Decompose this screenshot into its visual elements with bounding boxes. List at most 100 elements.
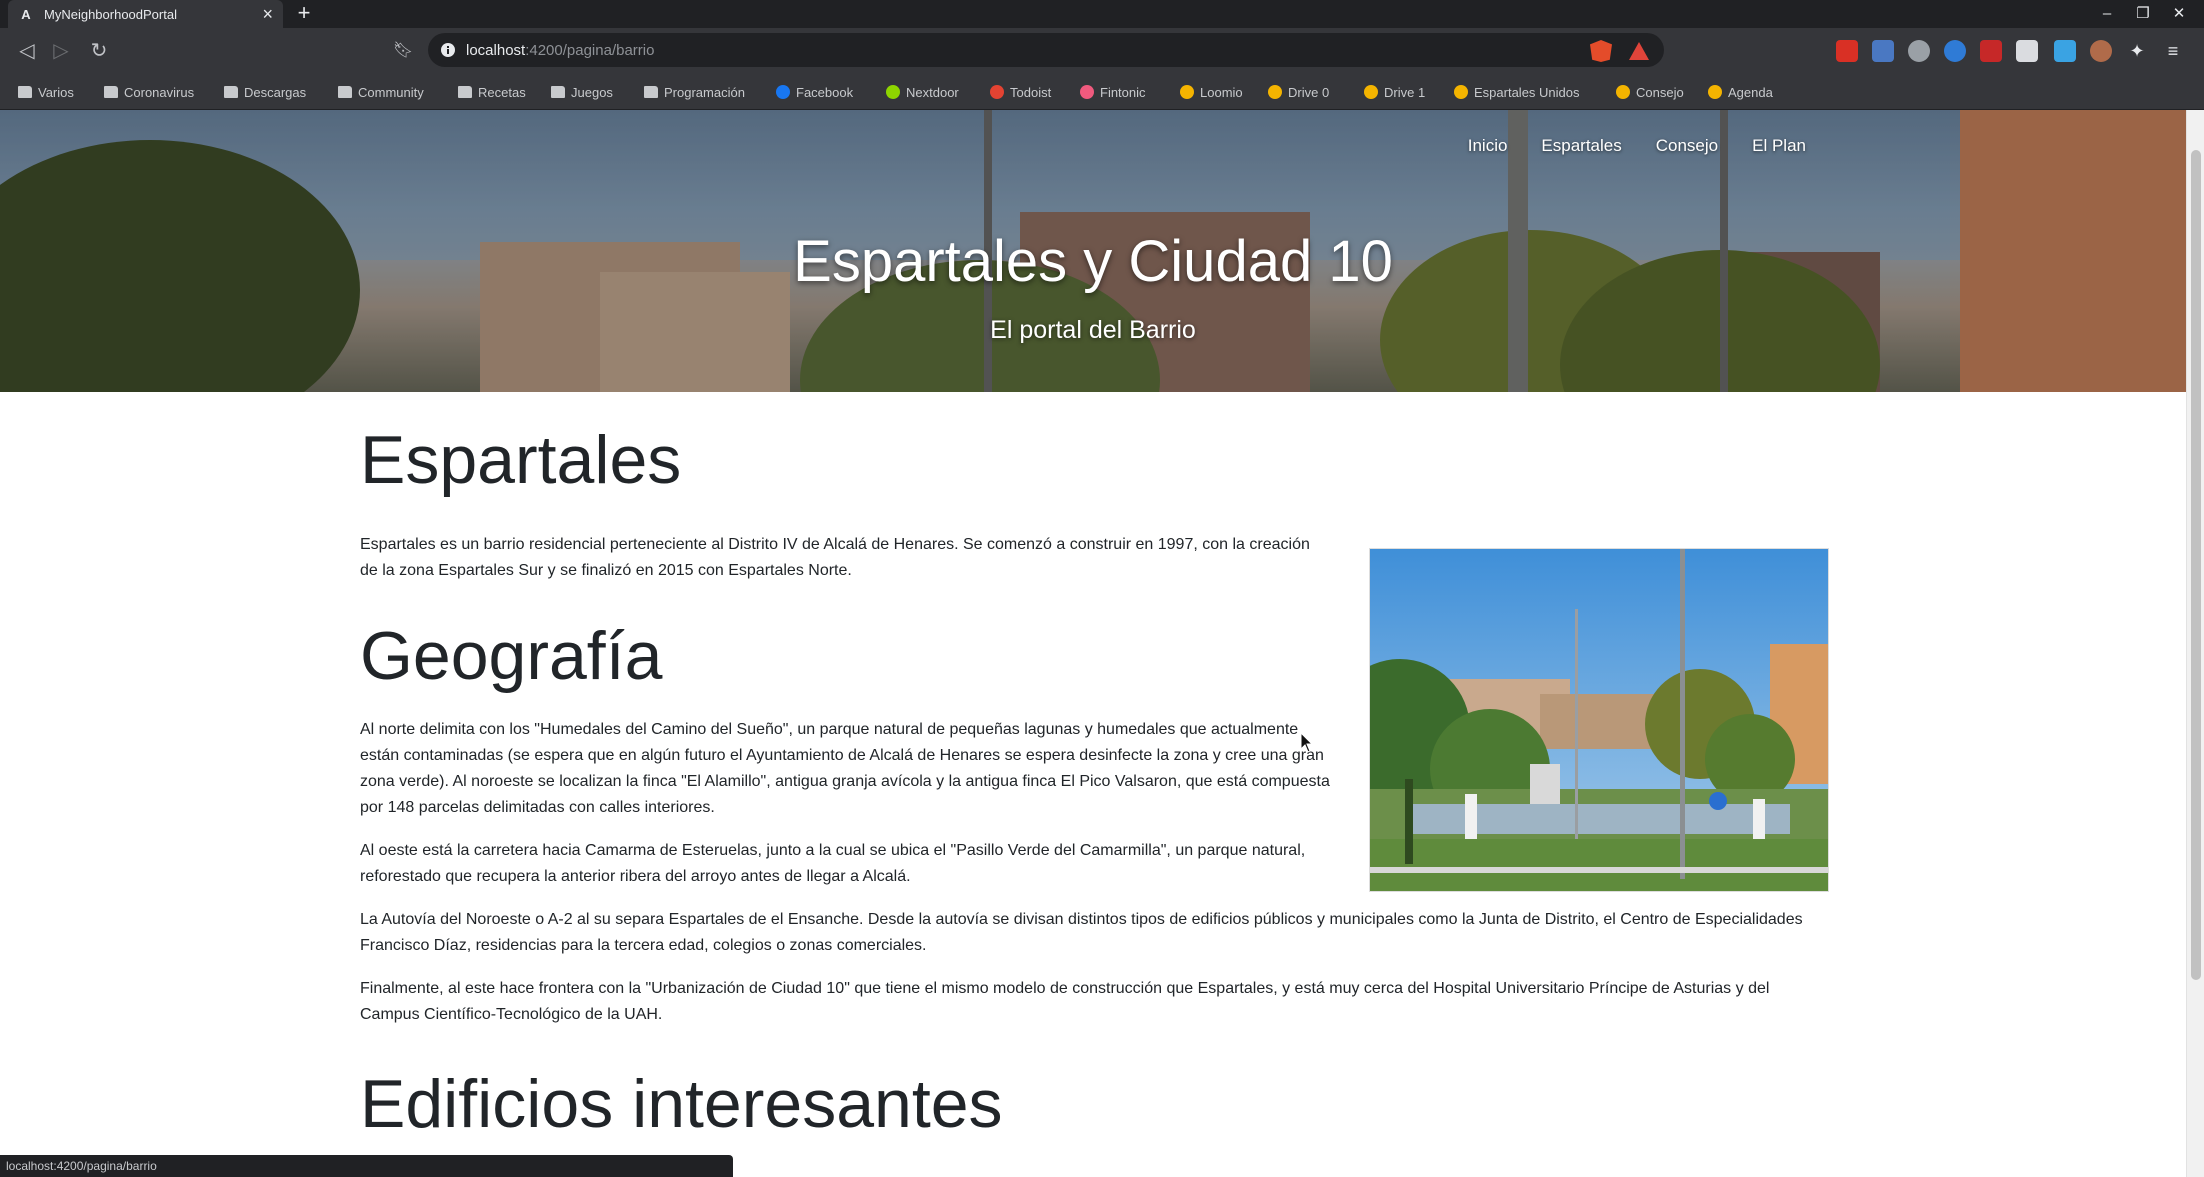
new-tab-icon[interactable]: +: [292, 2, 316, 26]
bookmark-label: Juegos: [571, 84, 613, 100]
nextdoor-icon: [886, 85, 900, 99]
bookmark-item[interactable]: Juegos: [551, 83, 613, 101]
extension-3-icon[interactable]: [1908, 40, 1930, 62]
bookmark-label: Drive 0: [1288, 84, 1330, 100]
nav-link-inicio[interactable]: Inicio: [1468, 136, 1508, 156]
browser-tab-active[interactable]: A MyNeighborhoodPortal ×: [8, 0, 283, 28]
back-icon[interactable]: ◁: [14, 38, 40, 64]
fintonic-icon: [1080, 85, 1094, 99]
hero-header: Inicio Espartales Consejo El Plan Espart…: [0, 110, 2186, 392]
bookmark-item[interactable]: Varios: [18, 83, 74, 101]
extension-5-icon[interactable]: [1980, 40, 2002, 62]
extensions-puzzle-icon[interactable]: ✦: [2126, 40, 2148, 62]
geo-paragraph-a2: La Autovía del Noroeste o A-2 al su sepa…: [360, 911, 1803, 955]
intro-paragraph: Espartales es un barrio residencial pert…: [360, 535, 1310, 579]
bookmark-label: Consejo: [1636, 84, 1684, 100]
reload-icon[interactable]: ↻: [86, 38, 112, 64]
bookmark-label: Espartales Unidos: [1474, 84, 1580, 100]
section-title-espartales: Espartales: [360, 422, 682, 498]
bookmark-label: Facebook: [796, 84, 854, 100]
page-scrollbar[interactable]: [2186, 110, 2204, 1177]
bookmark-item[interactable]: Coronavirus: [104, 83, 194, 101]
address-bar[interactable]: localhost:4200/pagina/barrio: [428, 33, 1664, 67]
browser-tab-strip: A MyNeighborhoodPortal × + – ❐ ✕: [0, 0, 2204, 28]
bookmark-item[interactable]: Fintonic: [1080, 83, 1146, 101]
hero-title: Espartales y Ciudad 10: [793, 229, 1393, 294]
drive-icon: [1268, 85, 1282, 99]
folder-icon: [551, 86, 565, 98]
folder-icon: [18, 86, 32, 98]
bookmark-item[interactable]: Facebook: [776, 83, 853, 101]
bookmark-label: Nextdoor: [906, 84, 959, 100]
bookmark-label: Recetas: [478, 84, 526, 100]
bookmark-item[interactable]: Agenda: [1708, 83, 1773, 101]
url-host: localhost: [466, 41, 526, 59]
bookmark-label: Varios: [38, 84, 74, 100]
site-nav: Inicio Espartales Consejo El Plan: [1468, 136, 1806, 156]
bookmark-label: Community: [358, 84, 424, 100]
folder-icon: [224, 86, 238, 98]
bookmark-item[interactable]: Todoist: [990, 83, 1051, 101]
close-window-icon[interactable]: ✕: [2164, 2, 2194, 26]
bookmark-item[interactable]: Nextdoor: [886, 83, 959, 101]
drive-icon: [1708, 85, 1722, 99]
facebook-icon: [776, 85, 790, 99]
bookmark-item[interactable]: Programación: [644, 83, 745, 101]
bookmark-label: Descargas: [244, 84, 307, 100]
bookmark-item[interactable]: Community: [338, 83, 424, 101]
nav-link-espartales[interactable]: Espartales: [1541, 136, 1621, 156]
todoist-icon: [990, 85, 1004, 99]
brave-rewards-icon[interactable]: [1628, 40, 1650, 62]
mouse-cursor-icon: [1301, 733, 1313, 753]
extension-2-icon[interactable]: [1872, 40, 1894, 62]
link-status-bar: localhost:4200/pagina/barrio: [0, 1155, 733, 1177]
nav-link-el-plan[interactable]: El Plan: [1752, 136, 1806, 156]
folder-icon: [458, 86, 472, 98]
extension-4-icon[interactable]: [1944, 40, 1966, 62]
drive-icon: [1616, 85, 1630, 99]
bookmark-item[interactable]: Recetas: [458, 83, 526, 101]
extension-6-icon[interactable]: [2016, 40, 2038, 62]
url-path: :4200/pagina/barrio: [525, 41, 655, 59]
bookmark-label: Todoist: [1010, 84, 1052, 100]
tab-favicon-icon: A: [21, 6, 31, 22]
extension-1-icon[interactable]: [1836, 40, 1858, 62]
espartales-photo: [1369, 548, 1829, 892]
nav-link-consejo[interactable]: Consejo: [1656, 136, 1718, 156]
bookmarks-bar: Varios Coronavirus Descargas Community Recet…: [0, 74, 2204, 110]
bookmark-item[interactable]: Consejo: [1616, 83, 1684, 101]
bookmark-label: Programación: [664, 84, 745, 100]
bookmark-label: Loomio: [1200, 84, 1243, 100]
section-title-edificios: Edificios interesantes: [360, 1066, 1003, 1143]
bookmark-label: Fintonic: [1100, 84, 1146, 100]
tab-title: MyNeighborhoodPortal: [44, 6, 177, 22]
bookmark-item[interactable]: Loomio: [1180, 83, 1243, 101]
bookmark-page-icon[interactable]: 🔖︎: [390, 38, 416, 64]
minimize-icon[interactable]: –: [2092, 2, 2122, 26]
scrollbar-thumb[interactable]: [2191, 150, 2201, 980]
folder-icon: [104, 86, 118, 98]
bookmark-item[interactable]: Drive 0: [1268, 83, 1329, 101]
bookmark-label: Agenda: [1728, 84, 1773, 100]
loomio-icon: [1180, 85, 1194, 99]
bookmark-item[interactable]: Espartales Unidos: [1454, 83, 1580, 101]
extension-8-icon[interactable]: [2090, 40, 2112, 62]
hero-subtitle: El portal del Barrio: [990, 316, 1196, 344]
geo-paragraph-west: Al oeste está la carretera hacia Camarma…: [360, 842, 1306, 886]
page-viewport: Inicio Espartales Consejo El Plan Espart…: [0, 110, 2186, 1177]
folder-icon: [338, 86, 352, 98]
extension-7-icon[interactable]: [2054, 40, 2076, 62]
folder-icon: [644, 86, 658, 98]
bookmark-label: Drive 1: [1384, 84, 1426, 100]
browser-toolbar: ◁ ▷ ↻ 🔖︎ localhost:4200/pagina/barrio ✦ …: [0, 28, 2204, 74]
drive-icon: [1454, 85, 1468, 99]
brave-shield-icon[interactable]: [1590, 40, 1612, 62]
menu-icon[interactable]: ≡: [2162, 40, 2184, 62]
restore-icon[interactable]: ❐: [2128, 2, 2158, 26]
close-tab-icon[interactable]: ×: [262, 5, 273, 23]
bookmark-item[interactable]: Descargas: [224, 83, 306, 101]
site-info-icon[interactable]: [438, 40, 458, 60]
bookmark-item[interactable]: Drive 1: [1364, 83, 1425, 101]
forward-icon[interactable]: ▷: [48, 38, 74, 64]
geo-paragraph-east: Finalmente, al este hace frontera con la…: [360, 980, 1770, 1024]
